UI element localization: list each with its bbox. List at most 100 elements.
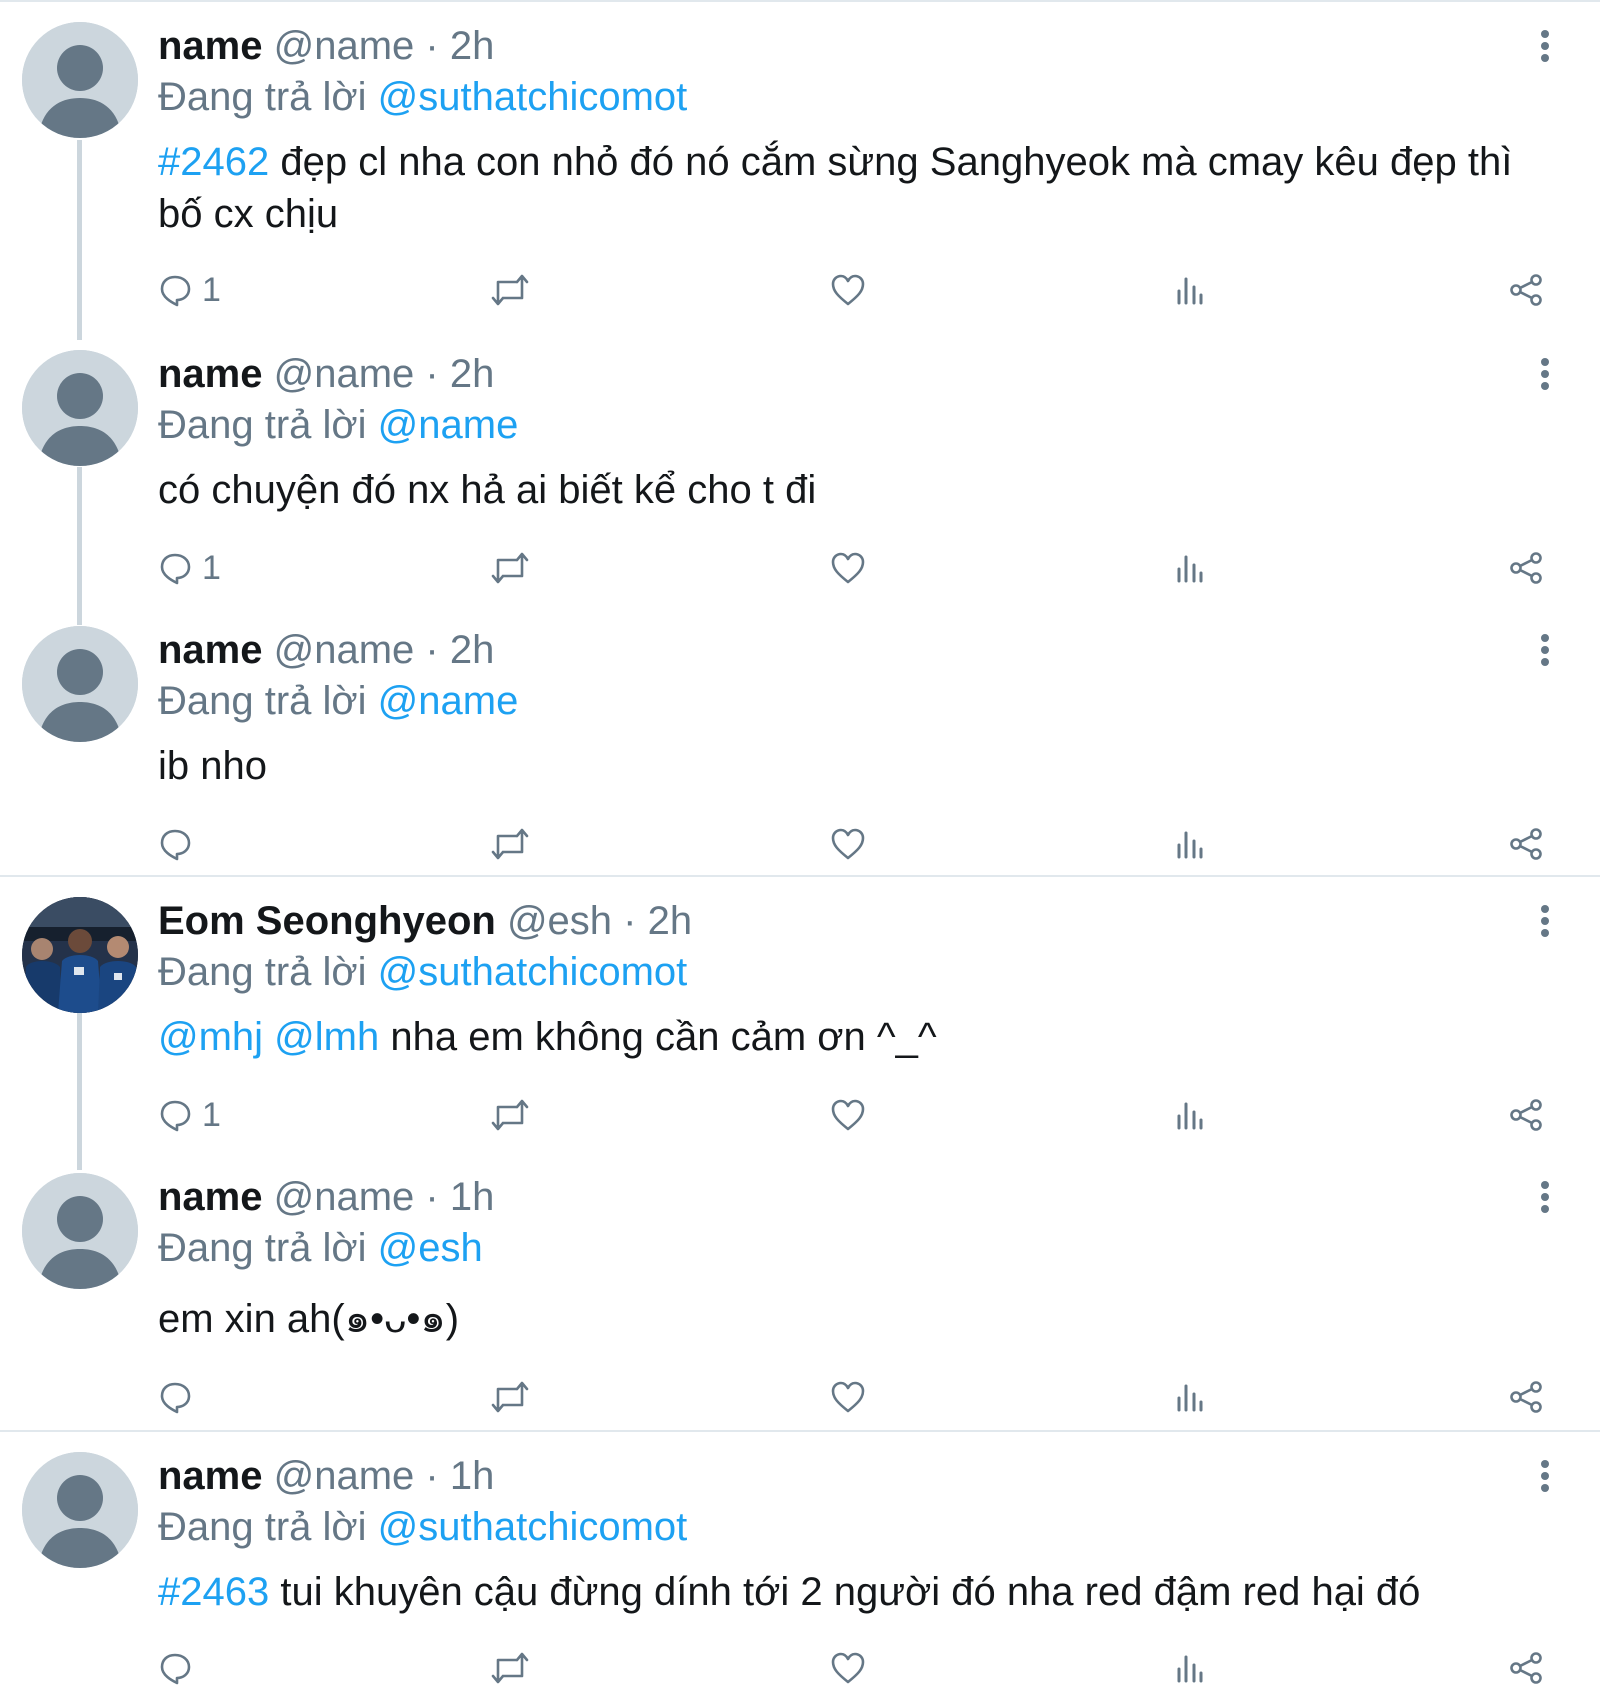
tweet-actions: 1 [158, 268, 1558, 312]
retweet-button[interactable] [490, 1093, 530, 1137]
heart-icon [830, 1098, 866, 1132]
heart-icon [830, 273, 866, 307]
mention-link[interactable]: @suthatchicomot [378, 950, 688, 994]
reply-icon [158, 1380, 192, 1414]
share-button[interactable] [1508, 1646, 1544, 1690]
replying-to: Đang trả lời @suthatchicomot [158, 948, 687, 996]
share-button[interactable] [1508, 268, 1544, 312]
mention-link[interactable]: @esh [378, 1226, 483, 1270]
mention-links[interactable]: @mhj @lmh [158, 1015, 379, 1059]
replying-to-label: Đang trả lời [158, 1226, 378, 1270]
display-name[interactable]: name [158, 628, 263, 672]
timestamp[interactable]: 2h [450, 352, 495, 396]
avatar[interactable] [22, 22, 138, 138]
analytics-button[interactable] [1174, 822, 1206, 866]
retweet-button[interactable] [490, 822, 530, 866]
retweet-button[interactable] [490, 268, 530, 312]
mention-link[interactable]: @name [378, 679, 519, 723]
separator: · [414, 1175, 450, 1219]
group-divider [0, 1430, 1600, 1432]
tweet-text-content: có chuyện đó nx hả ai biết kể cho t đi [158, 468, 817, 512]
retweet-icon [490, 273, 530, 307]
tweet-actions [158, 1646, 1558, 1690]
avatar[interactable] [22, 897, 138, 1013]
like-button[interactable] [830, 268, 866, 312]
avatar[interactable] [22, 1452, 138, 1568]
reply-icon [158, 551, 192, 585]
retweet-button[interactable] [490, 1375, 530, 1419]
mention-link[interactable]: @name [378, 403, 519, 447]
like-button[interactable] [830, 822, 866, 866]
more-vertical-icon[interactable] [1530, 899, 1560, 943]
analytics-button[interactable] [1174, 1093, 1206, 1137]
tweet-text: ib nho [158, 740, 1538, 792]
like-button[interactable] [830, 546, 866, 590]
analytics-icon [1174, 273, 1206, 307]
display-name[interactable]: Eom Seonghyeon [158, 899, 496, 943]
analytics-icon [1174, 1651, 1206, 1685]
share-button[interactable] [1508, 1375, 1544, 1419]
retweet-icon [490, 1380, 530, 1414]
share-button[interactable] [1508, 546, 1544, 590]
like-button[interactable] [830, 1646, 866, 1690]
more-vertical-icon[interactable] [1530, 352, 1560, 396]
share-icon [1508, 1651, 1544, 1685]
timestamp[interactable]: 2h [450, 628, 495, 672]
handle[interactable]: @name [274, 1454, 415, 1498]
heart-icon [830, 1651, 866, 1685]
more-vertical-icon[interactable] [1530, 1175, 1560, 1219]
handle[interactable]: @name [274, 628, 415, 672]
handle[interactable]: @name [274, 24, 415, 68]
handle[interactable]: @name [274, 352, 415, 396]
timestamp[interactable]: 1h [450, 1454, 495, 1498]
tweet-text-content: nha em không cần cảm ơn ^_^ [379, 1015, 937, 1059]
share-button[interactable] [1508, 1093, 1544, 1137]
avatar[interactable] [22, 350, 138, 466]
replying-to-label: Đang trả lời [158, 679, 378, 723]
timestamp[interactable]: 2h [648, 899, 693, 943]
replying-to-label: Đang trả lời [158, 1505, 378, 1549]
tweet-text-content: em xin ah(๑•ᴗ•๑) [158, 1297, 460, 1341]
reply-icon [158, 1651, 192, 1685]
avatar[interactable] [22, 626, 138, 742]
retweet-icon [490, 1651, 530, 1685]
tweet-header: name @name · 2h [158, 350, 494, 398]
retweet-button[interactable] [490, 546, 530, 590]
handle[interactable]: @name [274, 1175, 415, 1219]
share-button[interactable] [1508, 822, 1544, 866]
reply-button[interactable] [158, 1375, 202, 1419]
mention-link[interactable]: @suthatchicomot [378, 75, 688, 119]
reply-button[interactable] [158, 822, 202, 866]
hashtag-link[interactable]: #2463 [158, 1570, 269, 1614]
replying-to-label: Đang trả lời [158, 403, 378, 447]
avatar[interactable] [22, 1173, 138, 1289]
mention-link[interactable]: @suthatchicomot [378, 1505, 688, 1549]
reply-icon [158, 827, 192, 861]
reply-button[interactable]: 1 [158, 546, 221, 590]
more-vertical-icon[interactable] [1530, 24, 1560, 68]
reply-button[interactable]: 1 [158, 268, 221, 312]
more-vertical-icon[interactable] [1530, 1454, 1560, 1498]
top-divider [0, 0, 1600, 2]
reply-icon [158, 1098, 192, 1132]
reply-button[interactable] [158, 1646, 202, 1690]
analytics-button[interactable] [1174, 268, 1206, 312]
analytics-button[interactable] [1174, 1646, 1206, 1690]
hashtag-link[interactable]: #2462 [158, 140, 269, 184]
timestamp[interactable]: 1h [450, 1175, 495, 1219]
analytics-button[interactable] [1174, 1375, 1206, 1419]
reply-count: 1 [202, 1095, 221, 1134]
display-name[interactable]: name [158, 24, 263, 68]
analytics-icon [1174, 1098, 1206, 1132]
reply-button[interactable]: 1 [158, 1093, 221, 1137]
more-vertical-icon[interactable] [1530, 628, 1560, 672]
display-name[interactable]: name [158, 352, 263, 396]
display-name[interactable]: name [158, 1454, 263, 1498]
retweet-button[interactable] [490, 1646, 530, 1690]
handle[interactable]: @esh [507, 899, 612, 943]
analytics-button[interactable] [1174, 546, 1206, 590]
display-name[interactable]: name [158, 1175, 263, 1219]
like-button[interactable] [830, 1375, 866, 1419]
like-button[interactable] [830, 1093, 866, 1137]
timestamp[interactable]: 2h [450, 24, 495, 68]
